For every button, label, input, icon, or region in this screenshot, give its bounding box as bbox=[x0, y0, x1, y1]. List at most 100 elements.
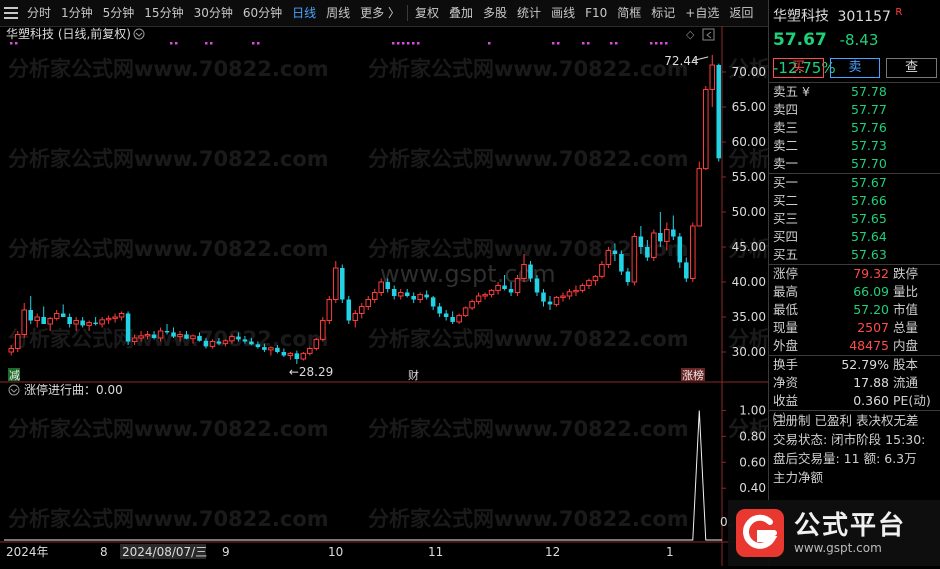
candle-body[interactable] bbox=[67, 317, 72, 324]
candle-body[interactable] bbox=[8, 348, 15, 353]
candle-body[interactable] bbox=[203, 340, 209, 347]
candle-body[interactable] bbox=[184, 334, 189, 339]
candle-body[interactable] bbox=[47, 317, 53, 325]
event-dot[interactable] bbox=[610, 42, 613, 45]
ask-level-2[interactable]: 卖四 57.77 bbox=[769, 101, 940, 119]
candle-body[interactable] bbox=[340, 268, 345, 300]
chevron-down-icon[interactable] bbox=[133, 28, 145, 40]
candle-body[interactable] bbox=[371, 292, 378, 300]
candle-body[interactable] bbox=[358, 306, 365, 314]
candle-body[interactable] bbox=[456, 315, 462, 323]
candle-body[interactable] bbox=[197, 335, 202, 341]
candle-body[interactable] bbox=[385, 282, 390, 289]
toolbar-action-4[interactable]: 画线 bbox=[546, 0, 580, 26]
candle-body[interactable] bbox=[502, 285, 507, 290]
candle-body[interactable] bbox=[268, 347, 274, 351]
menu-icon[interactable] bbox=[4, 7, 18, 19]
candle-body[interactable] bbox=[664, 229, 670, 242]
event-dot[interactable] bbox=[10, 42, 13, 45]
candle-body[interactable] bbox=[80, 320, 85, 326]
candle-body[interactable] bbox=[138, 335, 144, 339]
event-dot[interactable] bbox=[397, 42, 400, 45]
marker-reduce[interactable]: 减 bbox=[9, 369, 20, 382]
candle-body[interactable] bbox=[716, 65, 722, 159]
candle-body[interactable] bbox=[242, 339, 248, 342]
candle-body[interactable] bbox=[365, 299, 372, 307]
candle-body[interactable] bbox=[592, 275, 599, 282]
candle-body[interactable] bbox=[488, 289, 495, 296]
candle-body[interactable] bbox=[462, 307, 469, 317]
toolbar-action-5[interactable]: F10 bbox=[580, 0, 612, 26]
candle-body[interactable] bbox=[696, 168, 703, 227]
event-dot[interactable] bbox=[650, 42, 653, 45]
candle-body[interactable] bbox=[560, 295, 566, 298]
candle-body[interactable] bbox=[164, 331, 170, 333]
candle-body[interactable] bbox=[651, 232, 657, 258]
candle-body[interactable] bbox=[677, 236, 683, 263]
candle-body[interactable] bbox=[144, 334, 151, 337]
event-dot[interactable] bbox=[660, 42, 663, 45]
candle-body[interactable] bbox=[313, 338, 320, 349]
candle-body[interactable] bbox=[645, 247, 650, 258]
candle-body[interactable] bbox=[275, 347, 280, 352]
period-tab-7[interactable]: 周线 bbox=[321, 0, 355, 26]
bid-level-3[interactable]: 买三 57.65 bbox=[769, 210, 940, 228]
bid-level-4[interactable]: 买四 57.64 bbox=[769, 228, 940, 246]
candle-body[interactable] bbox=[53, 313, 60, 319]
candle-body[interactable] bbox=[579, 285, 586, 291]
candle-body[interactable] bbox=[599, 264, 605, 277]
event-dot[interactable] bbox=[210, 42, 213, 45]
event-dot[interactable] bbox=[417, 42, 420, 45]
candle-body[interactable] bbox=[333, 267, 339, 300]
event-dot[interactable] bbox=[175, 42, 178, 45]
candle-body[interactable] bbox=[514, 278, 521, 293]
candle-body[interactable] bbox=[495, 285, 501, 291]
candle-body[interactable] bbox=[93, 322, 98, 324]
candle-body[interactable] bbox=[638, 236, 644, 248]
marker-finance[interactable]: 财 bbox=[408, 368, 419, 382]
candle-body[interactable] bbox=[553, 296, 560, 305]
candle-body[interactable] bbox=[300, 352, 307, 360]
toolbar-action-0[interactable]: 复权 bbox=[410, 0, 444, 26]
candle-body[interactable] bbox=[157, 330, 164, 339]
event-dot[interactable] bbox=[552, 42, 555, 45]
candle-body[interactable] bbox=[112, 316, 118, 319]
marker-limitup[interactable]: 涨榜 bbox=[682, 368, 704, 382]
candle-body[interactable] bbox=[216, 341, 222, 344]
toolbar-action-1[interactable]: 叠加 bbox=[444, 0, 478, 26]
candle-body[interactable] bbox=[631, 236, 638, 283]
candle-body[interactable] bbox=[424, 294, 429, 298]
candle-body[interactable] bbox=[417, 294, 423, 301]
period-tab-1[interactable]: 1分钟 bbox=[56, 0, 98, 26]
candle-body[interactable] bbox=[411, 296, 416, 300]
event-dot[interactable] bbox=[257, 42, 260, 45]
candle-body[interactable] bbox=[118, 313, 125, 318]
period-tab-5[interactable]: 60分钟 bbox=[238, 0, 287, 26]
candle-body[interactable] bbox=[41, 317, 46, 324]
candle-body[interactable] bbox=[443, 313, 449, 318]
candle-body[interactable] bbox=[573, 289, 579, 293]
candle-body[interactable] bbox=[151, 334, 157, 339]
period-tab-8[interactable]: 更多 〉 bbox=[355, 0, 405, 26]
candle-body[interactable] bbox=[28, 310, 33, 321]
candle-body[interactable] bbox=[99, 319, 105, 325]
candle-body[interactable] bbox=[73, 320, 79, 325]
event-dot[interactable] bbox=[252, 42, 255, 45]
candle-body[interactable] bbox=[612, 250, 618, 255]
candle-body[interactable] bbox=[60, 313, 66, 318]
candle-body[interactable] bbox=[469, 301, 475, 309]
candle-body[interactable] bbox=[352, 313, 359, 321]
event-dot[interactable] bbox=[205, 42, 208, 45]
candle-body[interactable] bbox=[430, 297, 436, 307]
candle-body[interactable] bbox=[709, 64, 716, 90]
candle-body[interactable] bbox=[605, 250, 612, 265]
event-dot[interactable] bbox=[170, 42, 173, 45]
period-tab-4[interactable]: 30分钟 bbox=[189, 0, 238, 26]
event-dot[interactable] bbox=[615, 42, 618, 45]
bid-level-5[interactable]: 买五 57.63 bbox=[769, 246, 940, 264]
candle-body[interactable] bbox=[105, 317, 112, 321]
candle-body[interactable] bbox=[625, 271, 631, 283]
event-dot[interactable] bbox=[665, 42, 668, 45]
candle-body[interactable] bbox=[482, 294, 488, 297]
ask-level-3[interactable]: 卖三 57.76 bbox=[769, 119, 940, 137]
